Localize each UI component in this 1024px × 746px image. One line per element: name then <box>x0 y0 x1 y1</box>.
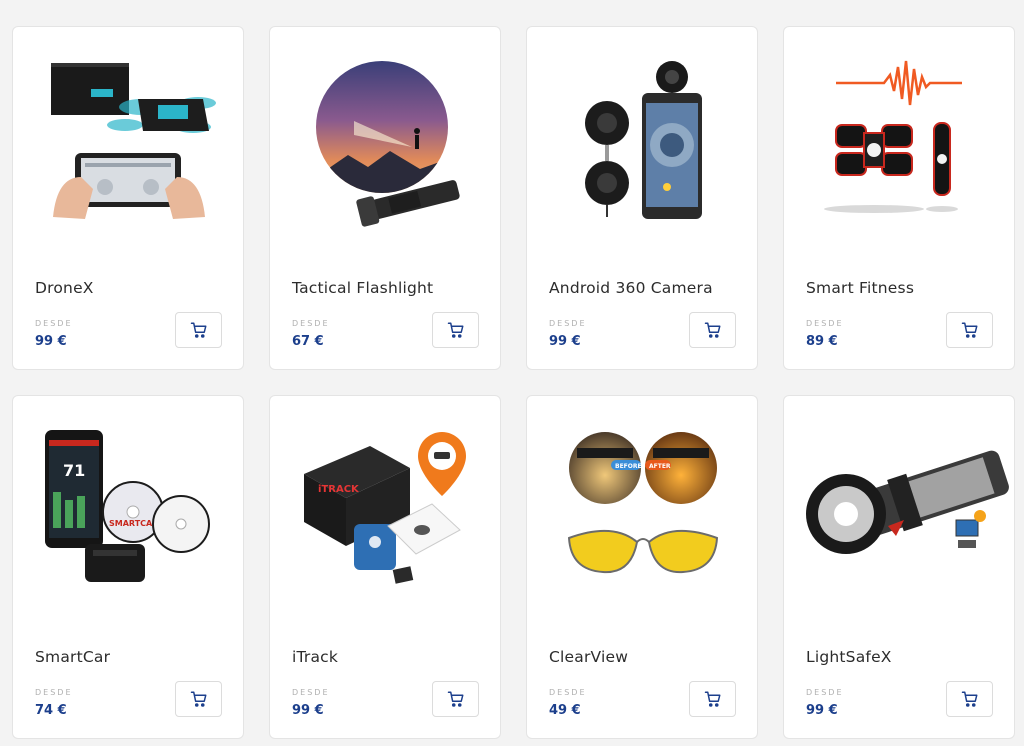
product-price: 99 € <box>292 703 324 718</box>
shopping-cart-icon <box>704 322 720 338</box>
clearview-after-label: AFTER <box>649 463 671 470</box>
product-price: 74 € <box>35 703 67 718</box>
product-card-clearview[interactable]: BEFORE AFTER ClearView DESDE 49 € <box>526 395 758 739</box>
price-prefix-label: DESDE <box>35 688 73 697</box>
price-prefix-label: DESDE <box>35 319 73 328</box>
product-image-android-360-camera[interactable] <box>527 27 757 267</box>
product-name[interactable]: Smart Fitness <box>806 279 914 297</box>
smartcar-speed-readout: 71 <box>63 461 85 480</box>
product-price: 89 € <box>806 334 838 349</box>
shopping-cart-icon <box>447 691 463 707</box>
product-card-android-360-camera[interactable]: Android 360 Camera DESDE 99 € <box>526 26 758 370</box>
price-prefix-label: DESDE <box>806 319 844 328</box>
add-to-cart-button[interactable] <box>946 681 993 717</box>
product-card-smart-fitness[interactable]: Smart Fitness DESDE 89 € <box>783 26 1015 370</box>
add-to-cart-button[interactable] <box>175 312 222 348</box>
smartcar-disc-logo: SMARTCAR <box>109 519 158 528</box>
add-to-cart-button[interactable] <box>432 681 479 717</box>
product-image-clearview[interactable]: BEFORE AFTER <box>527 396 757 636</box>
product-image-dronex[interactable] <box>13 27 243 267</box>
price-prefix-label: DESDE <box>549 688 587 697</box>
add-to-cart-button[interactable] <box>689 681 736 717</box>
add-to-cart-button[interactable] <box>689 312 736 348</box>
product-grid: DroneX DESDE 99 € Tactical Flashlight DE… <box>12 26 1015 739</box>
product-image-itrack[interactable]: iTRACK <box>270 396 500 636</box>
shopping-cart-icon <box>447 322 463 338</box>
add-to-cart-button[interactable] <box>946 312 993 348</box>
add-to-cart-button[interactable] <box>175 681 222 717</box>
product-price: 49 € <box>549 703 581 718</box>
product-card-dronex[interactable]: DroneX DESDE 99 € <box>12 26 244 370</box>
price-prefix-label: DESDE <box>292 319 330 328</box>
shopping-cart-icon <box>190 322 206 338</box>
product-card-tactical-flashlight[interactable]: Tactical Flashlight DESDE 67 € <box>269 26 501 370</box>
product-name[interactable]: ClearView <box>549 648 628 666</box>
clearview-before-label: BEFORE <box>615 463 642 470</box>
shopping-cart-icon <box>961 691 977 707</box>
product-name[interactable]: iTrack <box>292 648 338 666</box>
shopping-cart-icon <box>704 691 720 707</box>
price-prefix-label: DESDE <box>549 319 587 328</box>
product-image-smart-fitness[interactable] <box>784 27 1014 267</box>
shopping-cart-icon <box>961 322 977 338</box>
product-card-smartcar[interactable]: 71 SMARTCAR SmartCar DESDE 74 € <box>12 395 244 739</box>
product-price: 67 € <box>292 334 324 349</box>
product-name[interactable]: Android 360 Camera <box>549 279 713 297</box>
product-name[interactable]: DroneX <box>35 279 94 297</box>
product-image-tactical-flashlight[interactable] <box>270 27 500 267</box>
product-price: 99 € <box>35 334 67 349</box>
product-name[interactable]: Tactical Flashlight <box>292 279 433 297</box>
product-card-lightsafex[interactable]: LightSafeX DESDE 99 € <box>783 395 1015 739</box>
product-image-lightsafex[interactable] <box>784 396 1014 636</box>
product-price: 99 € <box>549 334 581 349</box>
product-image-smartcar[interactable]: 71 SMARTCAR <box>13 396 243 636</box>
product-name[interactable]: LightSafeX <box>806 648 892 666</box>
itrack-box-logo: iTRACK <box>318 484 360 495</box>
shopping-cart-icon <box>190 691 206 707</box>
price-prefix-label: DESDE <box>292 688 330 697</box>
product-name[interactable]: SmartCar <box>35 648 110 666</box>
price-prefix-label: DESDE <box>806 688 844 697</box>
product-card-itrack[interactable]: iTRACK iTrack DESDE 99 € <box>269 395 501 739</box>
add-to-cart-button[interactable] <box>432 312 479 348</box>
product-price: 99 € <box>806 703 838 718</box>
